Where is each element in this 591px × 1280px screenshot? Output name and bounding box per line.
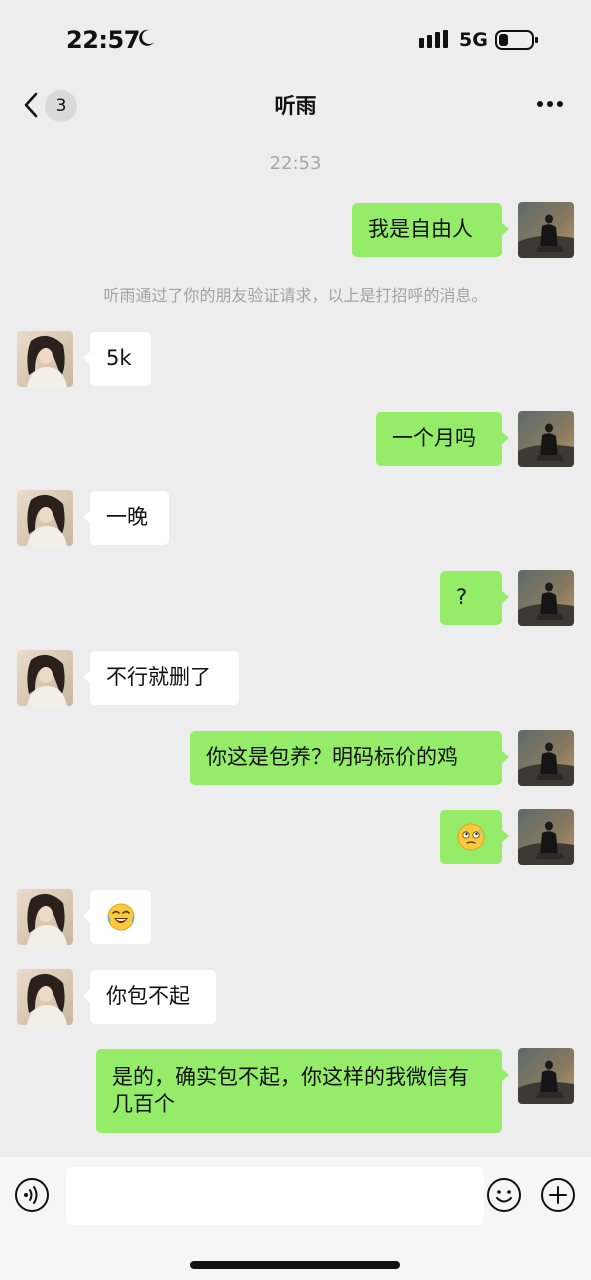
chat-timestamp: 22:53 (269, 153, 322, 174)
avatar-self[interactable] (518, 809, 574, 865)
home-indicator (190, 1261, 400, 1269)
voice-icon[interactable] (14, 1177, 50, 1213)
avatar-peer[interactable] (17, 331, 73, 387)
message-bubble-outgoing[interactable]: 我是自由人 (352, 203, 509, 257)
battery-icon (495, 30, 538, 50)
message-text: 5k (106, 346, 132, 370)
status-time: 22:57 (66, 26, 140, 54)
system-notice: 听雨通过了你的朋友验证请求，以上是打招呼的消息。 (103, 286, 488, 305)
avatar-peer[interactable] (17, 969, 73, 1025)
message-text: 一晚 (106, 505, 148, 529)
message-bubble-outgoing[interactable] (440, 810, 509, 864)
message-text: 是的，确实包不起，你这样的我微信有几百个 (112, 1065, 469, 1116)
message-text: 你这是包养？明码标价的鸡 (206, 745, 458, 769)
message-bubble-incoming[interactable]: 一晚 (83, 491, 169, 545)
message-bubble-outgoing[interactable]: 你这是包养？明码标价的鸡 (190, 731, 509, 785)
status-bar: 22:57 5G (0, 0, 591, 80)
message-text: 我是自由人 (368, 217, 473, 241)
avatar-peer[interactable] (17, 490, 73, 546)
avatar-self[interactable] (518, 411, 574, 467)
message-text: ? (456, 585, 468, 609)
chat-title: 听雨 (274, 94, 317, 118)
message-bubble-outgoing[interactable]: 一个月吗 (376, 412, 509, 466)
emoji-icon[interactable] (486, 1177, 522, 1213)
avatar-peer[interactable] (17, 650, 73, 706)
avatar-self[interactable] (518, 570, 574, 626)
moon-icon (139, 29, 154, 46)
signal-icon (419, 30, 448, 48)
message-bubble-incoming[interactable]: 5k (83, 332, 151, 386)
avatar-self[interactable] (518, 730, 574, 786)
message-bubble-outgoing[interactable]: 是的，确实包不起，你这样的我微信有几百个 (96, 1049, 509, 1133)
message-text: 一个月吗 (392, 426, 476, 450)
message-bubble-outgoing[interactable]: ? (440, 571, 509, 625)
plus-icon[interactable] (540, 1177, 576, 1213)
more-icon[interactable] (532, 92, 568, 116)
message-bubble-incoming[interactable]: 不行就删了 (83, 651, 239, 705)
nav-bar: 3 听雨 (0, 80, 591, 130)
tears-of-joy-emoji (107, 903, 135, 931)
avatar-peer[interactable] (17, 889, 73, 945)
network-label: 5G (459, 29, 488, 51)
avatar-self[interactable] (518, 1048, 574, 1104)
flushed-face-emoji (457, 823, 485, 851)
input-bar (0, 1157, 591, 1280)
message-text: 不行就删了 (106, 665, 211, 689)
message-bubble-incoming[interactable] (83, 890, 151, 944)
avatar-self[interactable] (518, 202, 574, 258)
message-bubble-incoming[interactable]: 你包不起 (83, 970, 216, 1024)
message-input[interactable] (66, 1167, 484, 1225)
message-text: 你包不起 (106, 984, 190, 1008)
